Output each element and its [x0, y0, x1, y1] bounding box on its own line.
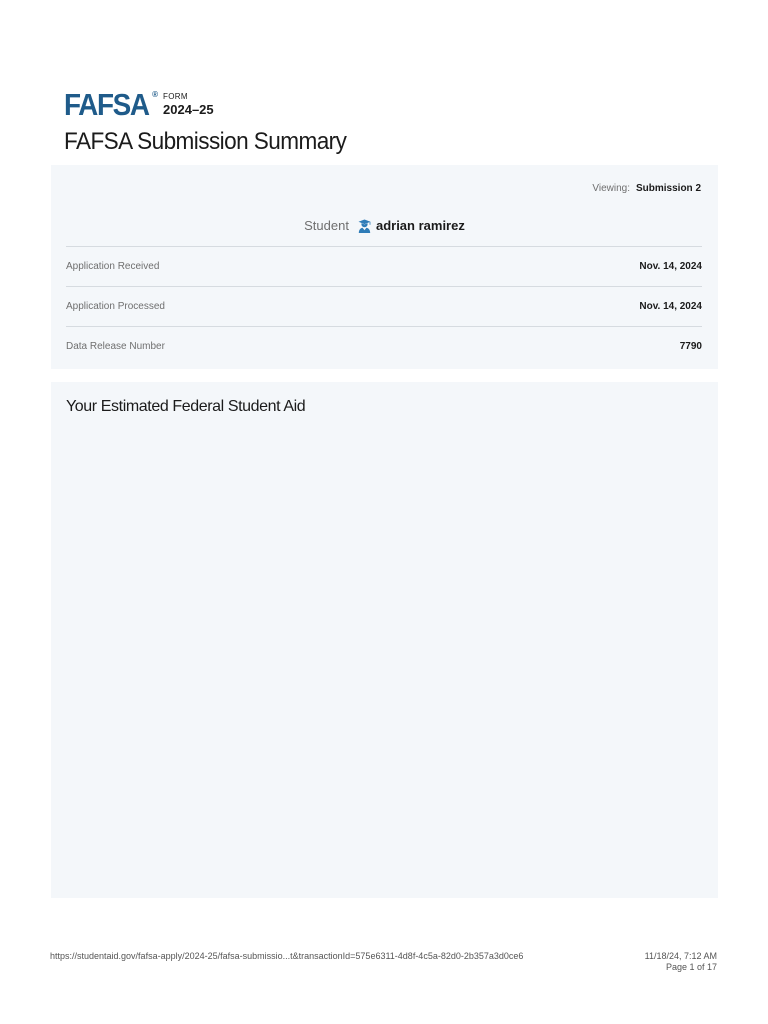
info-row-value: Nov. 14, 2024	[639, 261, 702, 272]
viewing-indicator: Viewing: Submission 2	[592, 183, 701, 194]
info-row-application-received: Application Received Nov. 14, 2024	[66, 246, 702, 286]
viewing-label: Viewing:	[592, 183, 630, 194]
info-row-label: Application Processed	[66, 301, 165, 312]
footer-print-info: 11/18/24, 7:12 AM Page 1 of 17	[645, 951, 717, 973]
estimated-aid-heading: Your Estimated Federal Student Aid	[66, 398, 306, 415]
footer-page-url: https://studentaid.gov/fafsa-apply/2024-…	[50, 951, 524, 961]
logo-wordmark: FAFSA	[64, 87, 150, 122]
info-row-value: Nov. 14, 2024	[639, 301, 702, 312]
logo-registered-mark: ®	[152, 90, 159, 99]
viewing-submission-value: Submission 2	[635, 183, 701, 194]
footer-timestamp: 11/18/24, 7:12 AM	[644, 951, 717, 961]
info-row-data-release-number: Data Release Number 7790	[66, 326, 702, 366]
logo-form-label: FORM	[163, 92, 188, 101]
graduate-icon	[358, 219, 371, 233]
submission-summary-card: Viewing: Submission 2 Student adrian ram…	[51, 165, 718, 369]
student-row: Student adrian ramirez	[51, 218, 718, 233]
info-row-label: Application Received	[66, 261, 160, 272]
footer-page-indicator: Page 1 of 17	[665, 962, 717, 972]
estimated-aid-card: Your Estimated Federal Student Aid	[51, 382, 718, 898]
logo-form-year: 2024–25	[163, 102, 214, 117]
logo-form-block: FORM 2024–25	[163, 93, 214, 118]
info-row-label: Data Release Number	[66, 341, 165, 352]
submission-info-list: Application Received Nov. 14, 2024 Appli…	[66, 246, 702, 366]
info-row-value: 7790	[679, 341, 702, 352]
student-label: Student	[304, 218, 349, 233]
page-title: FAFSA Submission Summary	[64, 128, 347, 155]
fafsa-logo: FAFSA ® FORM 2024–25	[64, 88, 214, 122]
student-name: adrian ramirez	[375, 218, 465, 233]
info-row-application-processed: Application Processed Nov. 14, 2024	[66, 286, 702, 326]
